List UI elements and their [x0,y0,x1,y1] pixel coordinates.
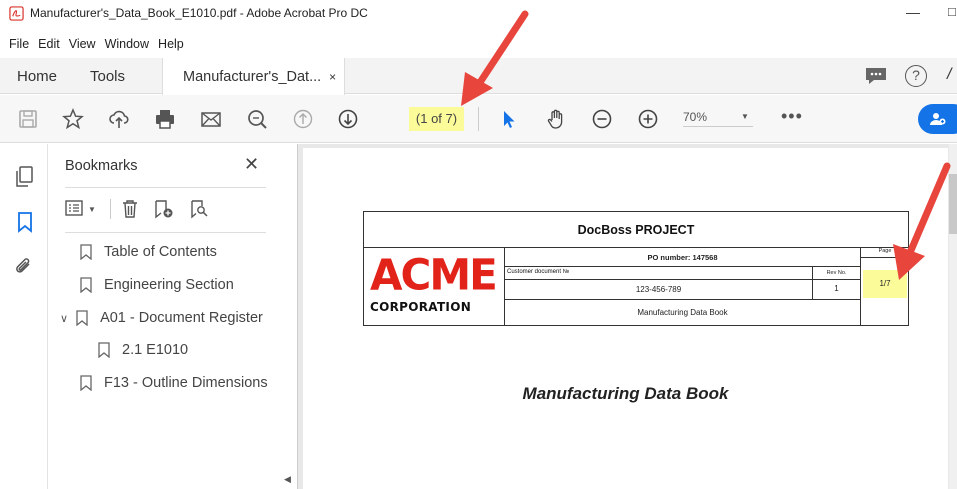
tab-close-button[interactable]: × [329,70,336,84]
customer-document-label: Customer document № [507,269,570,275]
zoom-in-icon[interactable] [636,107,660,131]
vertical-scrollbar[interactable] [949,144,957,489]
share-user-button[interactable] [918,104,957,134]
maximize-button[interactable]: □ [948,4,956,19]
more-tools-button[interactable]: ••• [781,106,803,127]
book-title-cell: Manufacturing Data Book [637,308,728,317]
bookmark-label: Table of Contents [104,244,217,260]
page-thumbnails-icon[interactable] [13,165,35,189]
document-header-table: DocBoss PROJECT ACME CORPORATION PO numb… [363,211,909,326]
menu-view[interactable]: View [69,37,96,57]
toolbar: (1 of 7) 70% ▼ ••• [0,95,957,143]
menu-window[interactable]: Window [105,37,149,57]
add-user-icon [930,113,946,125]
bookmarks-panel: Bookmarks ✕ ▼ Table of Contents Engineer… [48,144,298,489]
bookmark-icon [80,244,92,260]
pdf-page: DocBoss PROJECT ACME CORPORATION PO numb… [303,148,948,489]
panel-title: Bookmarks [65,158,138,174]
chevron-down-icon: ▼ [741,112,749,121]
divider [65,187,266,188]
attachments-icon[interactable] [14,256,34,278]
bookmark-icon [80,277,92,293]
toolbar-divider [478,107,479,131]
comment-icon[interactable] [865,66,887,86]
upload-cloud-icon[interactable] [107,107,131,131]
page-value: 1/7 [863,270,907,298]
tab-bar: Home Tools Manufacturer's_Dat... × ? / [0,58,957,95]
bookmark-item[interactable]: Engineering Section [80,277,234,293]
window-title: Manufacturer's_Data_Book_E1010.pdf - Ado… [30,6,368,20]
help-icon[interactable]: ? [905,65,927,87]
options-menu-button[interactable]: ▼ [65,200,96,218]
print-icon[interactable] [153,107,177,131]
page-column: Page 1/7 [860,248,909,325]
close-panel-button[interactable]: ✕ [244,154,259,175]
bookmark-item[interactable]: Table of Contents [80,244,217,260]
main-title: Manufacturing Data Book [522,384,729,403]
scroll-left-arrow[interactable]: ◀ [284,474,291,485]
left-navigation-rail [0,144,48,489]
previous-page-icon[interactable] [291,107,315,131]
document-number: 123-456-789 [635,285,682,294]
bookmark-icon [76,310,88,326]
find-zoom-icon[interactable] [245,107,269,131]
pdf-file-icon [9,5,24,21]
po-number: PO number: 147568 [505,248,860,267]
account-icon[interactable]: / [947,66,951,84]
minimize-button[interactable]: — [906,4,920,20]
bookmark-star-icon[interactable] [61,107,85,131]
bookmark-tools: ▼ [65,196,223,222]
email-icon[interactable] [199,107,223,131]
tab-tools[interactable]: Tools [90,58,125,94]
menu-edit[interactable]: Edit [38,37,60,57]
zoom-level-select[interactable]: 70% ▼ [683,110,753,127]
trash-icon [122,200,137,218]
chevron-down-icon[interactable]: ∨ [60,312,68,325]
find-bookmark-button[interactable] [189,199,209,219]
chevron-down-icon: ▼ [88,204,96,214]
save-icon[interactable] [16,107,40,131]
page-label: Page [861,248,909,258]
new-bookmark-button[interactable] [153,199,175,219]
divider [65,232,266,233]
bookmark-label: F13 - Outline Dimensions [104,375,268,391]
next-page-icon[interactable] [336,107,360,131]
divider [109,199,111,219]
menu-bar: File Edit View Window Help [0,37,184,57]
scrollbar-thumb[interactable] [949,174,957,234]
menu-help[interactable]: Help [158,37,184,57]
add-bookmark-icon [155,200,173,219]
bookmark-item[interactable]: 2.1 E1010 [98,342,188,358]
logo-wordmark: ACME [370,249,498,300]
menu-file[interactable]: File [9,37,29,57]
bookmark-label: Engineering Section [104,277,234,293]
tab-home[interactable]: Home [17,58,57,94]
bookmark-label: A01 - Document Register [100,310,263,326]
bookmark-label: 2.1 E1010 [122,342,189,358]
tab-document-label: Manufacturer's_Dat... [183,68,322,85]
page-number-indicator[interactable]: (1 of 7) [409,107,464,131]
rev-label: Rev No. [812,267,860,279]
project-title: DocBoss PROJECT [364,212,908,248]
hand-tool-icon[interactable] [544,107,568,131]
document-viewport[interactable]: DocBoss PROJECT ACME CORPORATION PO numb… [298,144,957,489]
bookmark-item[interactable]: F13 - Outline Dimensions [80,375,268,391]
tab-document[interactable]: Manufacturer's_Dat... × [162,58,345,95]
rev-value: 1 [812,279,860,299]
title-bar: Manufacturer's_Data_Book_E1010.pdf - Ado… [0,0,957,26]
bookmark-icon [80,375,92,391]
bookmarks-icon[interactable] [17,211,33,233]
list-options-icon [65,200,83,216]
delete-bookmark-button[interactable] [121,199,139,219]
company-logo: ACME CORPORATION [364,248,505,325]
zoom-out-icon[interactable] [590,107,614,131]
logo-subtitle: CORPORATION [370,300,472,314]
bookmark-item[interactable]: ∨ A01 - Document Register [60,310,263,326]
bookmark-icon [98,342,110,358]
select-cursor-icon[interactable] [497,107,521,131]
zoom-level-value: 70% [683,110,708,124]
search-bookmark-icon [191,200,208,219]
